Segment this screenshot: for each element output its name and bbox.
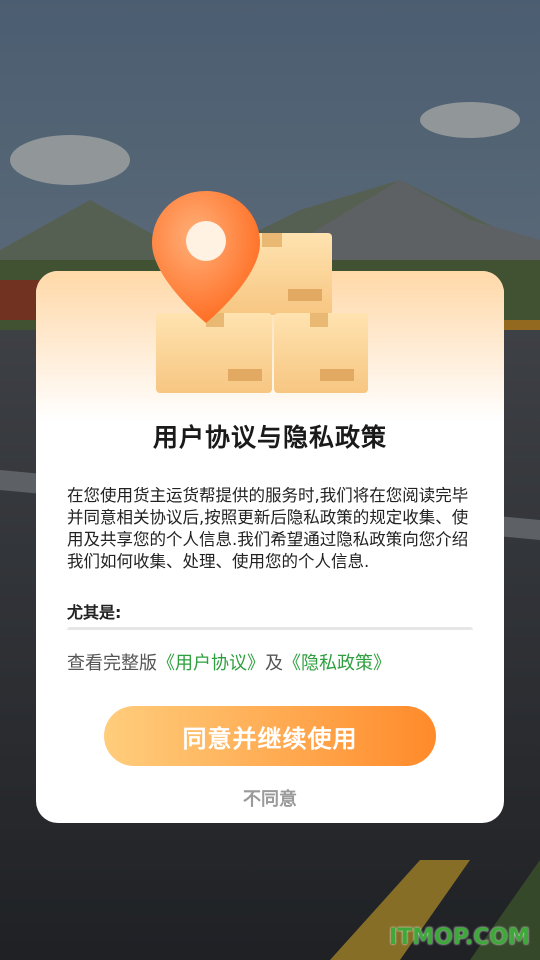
agree-continue-button[interactable]: 同意并继续使用 — [104, 706, 436, 766]
dialog-body-text: 在您使用货主运货帮提供的服务时,我们将在您阅读完毕并同意相关协议后,按照更新后隐… — [67, 486, 469, 571]
site-watermark: ITMOP.COM — [389, 925, 530, 950]
dialog-title: 用户协议与隐私政策 — [152, 423, 387, 452]
content-scroll-edge — [67, 627, 473, 633]
links-prefix: 查看完整版 — [67, 653, 157, 674]
user-agreement-link[interactable]: 《用户协议》 — [157, 653, 265, 674]
delivery-illustration — [152, 191, 368, 393]
links-and: 及 — [265, 653, 283, 674]
privacy-policy-link[interactable]: 《隐私政策》 — [283, 653, 391, 674]
disagree-button[interactable]: 不同意 — [36, 785, 504, 811]
agreement-links: 查看完整版《用户协议》及《隐私政策》 — [67, 649, 391, 675]
privacy-dialog: 用户协议与隐私政策 在您使用货主运货帮提供的服务时,我们将在您阅读完毕并同意相关… — [36, 191, 504, 823]
dialog-sub-label: 尤其是: — [67, 603, 122, 622]
